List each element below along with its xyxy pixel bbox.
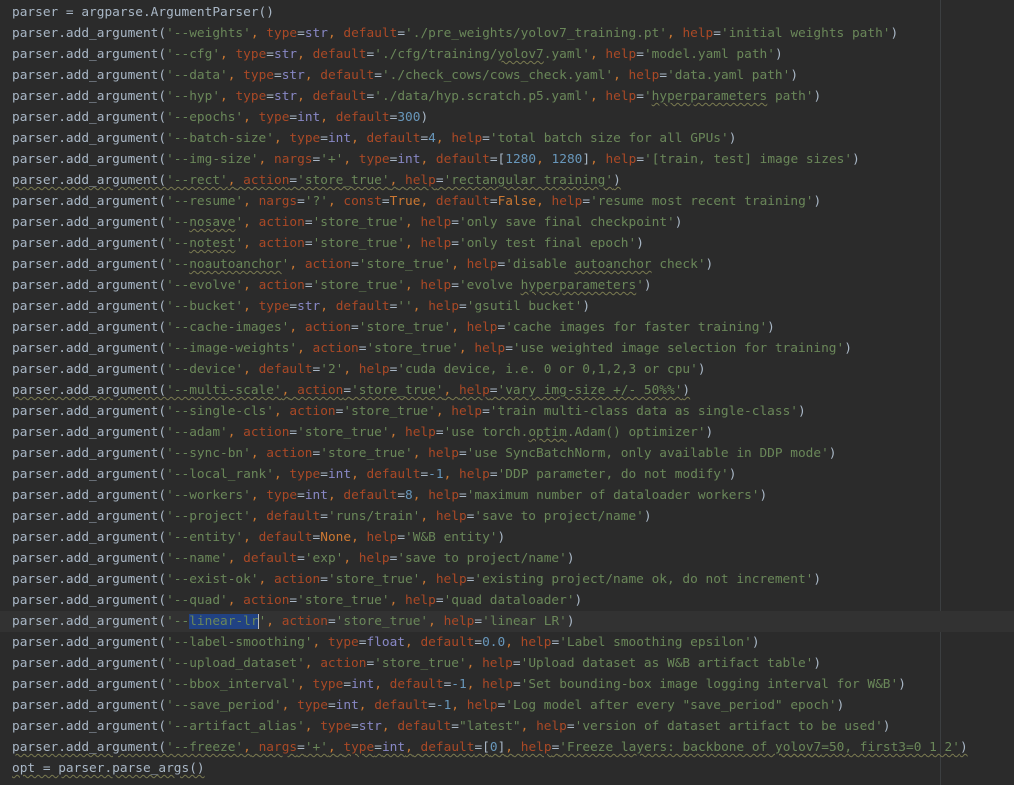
text-caret	[257, 614, 259, 629]
code-line[interactable]: parser.add_argument('--workers', type=in…	[12, 485, 767, 506]
code-line[interactable]: parser.add_argument('--rect', action='st…	[12, 170, 621, 191]
code-line[interactable]: parser.add_argument('--entity', default=…	[12, 527, 505, 548]
code-line[interactable]: parser.add_argument('--name', default='e…	[12, 548, 575, 569]
code-line[interactable]: parser.add_argument('--hyp', type=str, d…	[12, 86, 821, 107]
code-line[interactable]: parser.add_argument('--exist-ok', action…	[12, 569, 821, 590]
code-line[interactable]: parser.add_argument('--adam', action='st…	[12, 422, 713, 443]
code-line[interactable]: parser.add_argument('--cache-images', ac…	[12, 317, 775, 338]
code-line[interactable]: parser.add_argument('--evolve', action='…	[12, 275, 652, 296]
code-line[interactable]: parser.add_argument('--save_period', typ…	[12, 695, 844, 716]
code-line[interactable]: parser.add_argument('--quad', action='st…	[12, 590, 582, 611]
code-line[interactable]: parser.add_argument('--bucket', type=str…	[12, 296, 590, 317]
code-line[interactable]: parser.add_argument('--epochs', type=int…	[12, 107, 428, 128]
code-line[interactable]: parser = argparse.ArgumentParser()	[12, 2, 274, 23]
code-line[interactable]: parser.add_argument('--resume', nargs='?…	[12, 191, 821, 212]
code-line[interactable]: parser.add_argument('--nosave', action='…	[12, 212, 682, 233]
code-line[interactable]: parser.add_argument('--batch-size', type…	[12, 128, 736, 149]
code-line[interactable]: parser.add_argument('--cfg', type=str, d…	[12, 44, 783, 65]
code-line[interactable]: parser.add_argument('--noautoanchor', ac…	[12, 254, 713, 275]
code-line[interactable]: parser.add_argument('--linear-lr', actio…	[0, 611, 1014, 632]
right-margin-guide	[940, 0, 941, 785]
code-line[interactable]: parser.add_argument('--label-smoothing',…	[12, 632, 760, 653]
code-line[interactable]: parser.add_argument('--weights', type=st…	[12, 23, 898, 44]
code-line[interactable]: parser.add_argument('--sync-bn', action=…	[12, 443, 837, 464]
code-line[interactable]: parser.add_argument('--upload_dataset', …	[12, 653, 821, 674]
code-editor[interactable]: parser = argparse.ArgumentParser() parser…	[0, 0, 1014, 785]
code-line[interactable]: parser.add_argument('--artifact_alias', …	[12, 716, 891, 737]
code-line[interactable]: parser.add_argument('--device', default=…	[12, 359, 706, 380]
code-line[interactable]: parser.add_argument('--data', type=str, …	[12, 65, 798, 86]
code-line[interactable]: parser.add_argument('--local_rank', type…	[12, 464, 736, 485]
code-line[interactable]: parser.add_argument('--image-weights', a…	[12, 338, 852, 359]
code-line[interactable]: parser.add_argument('--multi-scale', act…	[12, 380, 690, 401]
code-line[interactable]: parser.add_argument('--project', default…	[12, 506, 652, 527]
code-line[interactable]: opt = parser.parse_args()	[12, 758, 205, 779]
text-selection: linear-lr	[189, 614, 259, 629]
code-line[interactable]: parser.add_argument('--notest', action='…	[12, 233, 644, 254]
code-line[interactable]: parser.add_argument('--freeze', nargs='+…	[12, 737, 968, 758]
code-line[interactable]: parser.add_argument('--bbox_interval', t…	[12, 674, 906, 695]
code-line[interactable]: parser.add_argument('--img-size', nargs=…	[12, 149, 860, 170]
code-line[interactable]: parser.add_argument('--single-cls', acti…	[12, 401, 806, 422]
